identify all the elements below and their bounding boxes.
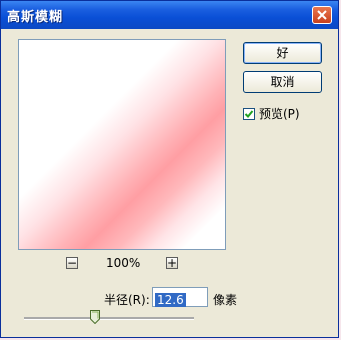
radius-slider-track[interactable] xyxy=(24,317,194,320)
ok-button[interactable]: 好 xyxy=(243,42,322,64)
preview-image xyxy=(19,40,225,249)
radius-unit: 像素 xyxy=(213,293,238,307)
close-button[interactable] xyxy=(312,6,332,24)
radius-label: 半径(R): xyxy=(104,293,150,307)
cancel-button[interactable]: 取消 xyxy=(243,71,322,93)
radius-slider-thumb[interactable] xyxy=(90,310,101,324)
zoom-out-button[interactable]: − xyxy=(66,257,78,269)
preview-checkbox[interactable] xyxy=(243,107,255,120)
zoom-level: 100% xyxy=(106,256,141,270)
title-bar[interactable]: 高斯模糊 xyxy=(1,1,338,29)
zoom-in-button[interactable]: + xyxy=(166,257,178,269)
checkmark-icon xyxy=(244,109,254,118)
radius-value: 12.6 xyxy=(155,293,186,307)
window-title: 高斯模糊 xyxy=(7,10,64,25)
close-icon xyxy=(317,10,327,20)
blur-preview[interactable] xyxy=(18,39,226,250)
radius-input[interactable]: 12.6 xyxy=(152,287,208,307)
preview-checkbox-row[interactable]: 预览(P) xyxy=(243,105,300,122)
preview-label: 预览(P) xyxy=(259,107,300,121)
zoom-controls: − 100% + xyxy=(66,256,178,271)
minus-icon: − xyxy=(67,256,78,270)
plus-icon: + xyxy=(167,256,178,270)
gaussian-blur-dialog: 高斯模糊 好 取消 预览(P) − 100% + 半径(R): 12.6 像素 xyxy=(0,0,339,338)
